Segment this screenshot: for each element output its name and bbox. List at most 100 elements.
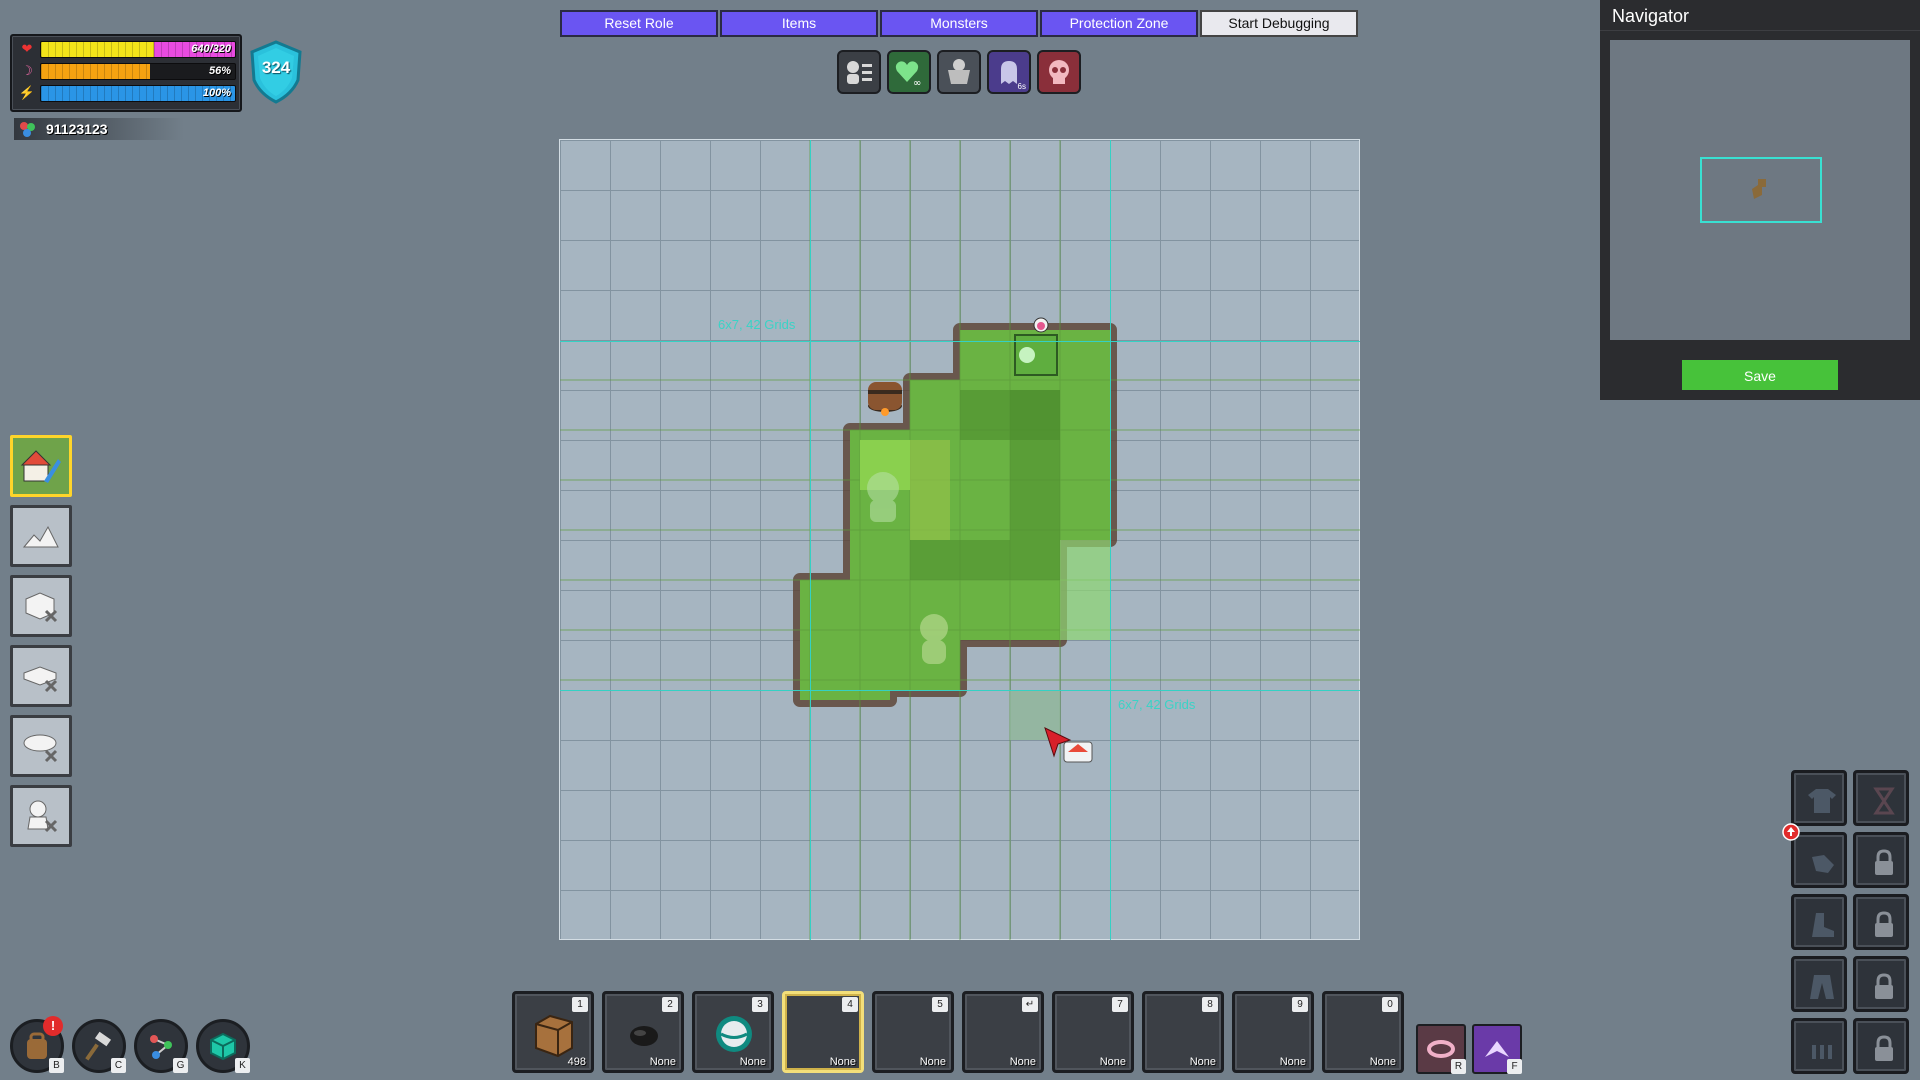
skill-slot-r[interactable]: R [1416, 1024, 1466, 1074]
tool-erase-ground[interactable] [10, 715, 72, 777]
buff-profile[interactable] [837, 50, 881, 94]
wood-block-icon [535, 1014, 573, 1058]
ghost-monster-1 [867, 472, 899, 522]
hammer-icon [85, 1031, 112, 1061]
glove-slot-icon [1812, 855, 1834, 873]
equip-slot-shirt[interactable] [1791, 770, 1847, 826]
hotbar-slot-8[interactable]: 8 None [1142, 991, 1224, 1073]
navigator-viewport-frame[interactable] [1700, 157, 1822, 223]
skill-tree-button[interactable]: G [134, 1019, 188, 1073]
equip-slot-boot[interactable] [1791, 894, 1847, 950]
slot-number: 0 [1382, 997, 1398, 1012]
slot-count: None [649, 1056, 676, 1068]
slot-number: 2 [662, 997, 678, 1012]
health-text: 640/320 [191, 43, 231, 55]
lock-icon [1875, 849, 1893, 875]
buff-heart-infinite[interactable]: ∞ [887, 50, 931, 94]
hotbar-slot-5[interactable]: 5 None [872, 991, 954, 1073]
level-number: 324 [261, 58, 291, 77]
guide-line-right [1110, 140, 1111, 940]
start-debugging-button[interactable]: Start Debugging [1200, 10, 1358, 37]
skill-tree-icon [150, 1035, 172, 1059]
mana-row: ☽ 56% [18, 62, 236, 80]
currency-amount: 91123123 [46, 121, 108, 137]
reset-role-button[interactable]: Reset Role [560, 10, 718, 37]
grid-size-label-top: 6x7, 42 Grids [718, 317, 796, 332]
upgrade-alert-icon [1782, 823, 1800, 841]
hotbar-slot-7[interactable]: 7 None [1052, 991, 1134, 1073]
grid-size-label-bottom: 6x7, 42 Grids [1118, 697, 1196, 712]
equip-slot-belt[interactable] [1791, 1018, 1847, 1074]
protection-zone-button[interactable]: Protection Zone [1040, 10, 1198, 37]
pants-slot-icon [1810, 975, 1834, 999]
hotbar-slot-1[interactable]: 1 498 [512, 991, 594, 1073]
energy-row: ⚡ 100% [18, 84, 236, 102]
erase-monster-icon [27, 800, 58, 833]
navigator-panel: Navigator Save [1600, 0, 1920, 400]
hotbar-slot-6[interactable]: ↵ None [962, 991, 1044, 1073]
tool-terrain[interactable] [10, 505, 72, 567]
slot-count: None [1189, 1056, 1216, 1068]
erase-floor-icon [23, 666, 58, 693]
key-hint-b: B [49, 1058, 64, 1073]
slot-number: 8 [1202, 997, 1218, 1012]
hotbar-slot-10[interactable]: 0 None [1322, 991, 1404, 1073]
cube-icon [210, 1032, 236, 1061]
key-hint-k: K [235, 1058, 250, 1073]
monsters-button[interactable]: Monsters [880, 10, 1038, 37]
equip-slot-pants[interactable] [1791, 956, 1847, 1012]
slot-count: None [1369, 1056, 1396, 1068]
mana-bar: 56% [40, 63, 236, 80]
equip-slot-locked-2[interactable] [1853, 894, 1909, 950]
orb-icon [716, 1016, 752, 1052]
tool-erase-floor[interactable] [10, 645, 72, 707]
slot-count: None [829, 1056, 856, 1068]
equip-slot-locked-3[interactable] [1853, 956, 1909, 1012]
minimap-map-icon [1752, 179, 1766, 199]
tool-erase-monster[interactable] [10, 785, 72, 847]
moon-icon: ☽ [21, 63, 33, 78]
key-hint-g: G [173, 1058, 188, 1073]
key-hint-c: C [111, 1058, 126, 1073]
items-button[interactable]: Items [720, 10, 878, 37]
equip-slot-locked-1[interactable] [1853, 832, 1909, 888]
equip-slot-locked-4[interactable] [1853, 1018, 1909, 1074]
equip-slot-glove[interactable] [1782, 823, 1847, 888]
buff-armor[interactable] [937, 50, 981, 94]
backpack-button[interactable]: ! B [10, 1016, 64, 1073]
navigator-minimap[interactable] [1610, 40, 1910, 340]
health-bar: 640/320 [40, 41, 236, 58]
svg-text:∞: ∞ [913, 78, 921, 88]
crafting-button[interactable]: C [72, 1019, 126, 1073]
slot-count: None [739, 1056, 766, 1068]
energy-bar: 100% [40, 85, 236, 102]
cube-button[interactable]: K [196, 1019, 250, 1073]
level-shield: 324 [248, 40, 304, 104]
hotbar-slot-9[interactable]: 9 None [1232, 991, 1314, 1073]
lock-icon [1875, 973, 1893, 999]
energy-text: 100% [202, 87, 231, 99]
slot-count: 498 [567, 1056, 586, 1068]
hotbar-slot-4[interactable]: 4 None [782, 991, 864, 1073]
skill-slot-f[interactable]: F [1472, 1024, 1522, 1074]
slot-count: None [919, 1056, 946, 1068]
save-button[interactable]: Save [1682, 360, 1838, 390]
map-tiles [560, 140, 1360, 940]
cursor-build-icon [1044, 727, 1093, 763]
lightning-icon: ⚡ [18, 85, 36, 100]
equip-slot-hourglass[interactable] [1853, 770, 1909, 826]
buff-skull[interactable] [1037, 50, 1081, 94]
guide-line-bottom [560, 690, 1360, 691]
tool-build[interactable] [10, 435, 72, 497]
tool-erase-block[interactable] [10, 575, 72, 637]
barrel-sprite [868, 382, 902, 416]
hotbar-slot-3[interactable]: 3 None [692, 991, 774, 1073]
lock-icon [1875, 911, 1893, 937]
guide-line-top [560, 341, 1360, 342]
coal-icon [630, 1026, 658, 1046]
map-grid[interactable]: 6x7, 42 Grids 6x7, 42 Grids [559, 139, 1360, 940]
hotbar-slot-2[interactable]: 2 None [602, 991, 684, 1073]
slot-number: ↵ [1022, 997, 1038, 1012]
buff-ghost-timer[interactable]: 6s [987, 50, 1031, 94]
heart-infinite-icon: ∞ [895, 61, 921, 88]
